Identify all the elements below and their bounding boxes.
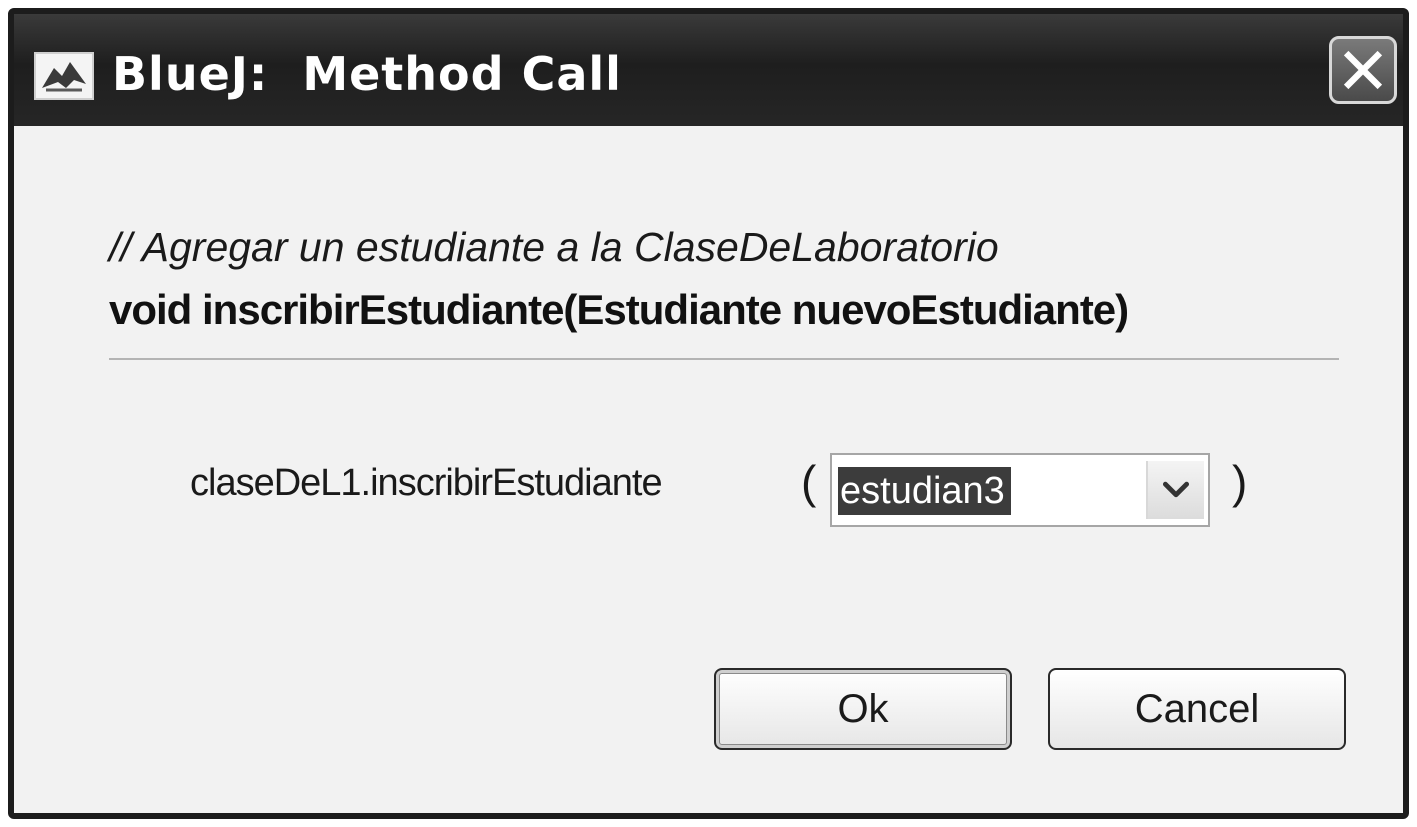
method-comment: // Agregar un estudiante a la ClaseDeLab… [109,224,999,270]
dropdown-arrow-button[interactable] [1146,461,1204,519]
close-icon [1332,39,1394,101]
argument-selected-value[interactable]: estudian3 [838,467,1011,515]
method-call-label: claseDeL1.inscribirEstudiante [190,462,663,504]
method-signature: void inscribirEstudiante(Estudiante nuev… [109,286,1129,333]
method-call-dialog: BlueJ: Method Call // Agregar un estudia… [8,8,1409,819]
dialog-content: // Agregar un estudiante a la ClaseDeLab… [14,126,1403,813]
separator [109,358,1339,360]
argument-combobox[interactable]: estudian3 [830,453,1210,527]
window-title: BlueJ: Method Call [112,47,622,101]
cancel-button[interactable]: Cancel [1048,668,1346,750]
open-paren: ( [801,456,817,508]
bluej-app-icon [34,52,94,100]
chevron-down-icon [1148,461,1204,519]
close-button[interactable] [1329,36,1397,104]
title-bar[interactable]: BlueJ: Method Call [14,14,1403,126]
close-paren: ) [1232,456,1248,508]
ok-button[interactable]: Ok [714,668,1012,750]
